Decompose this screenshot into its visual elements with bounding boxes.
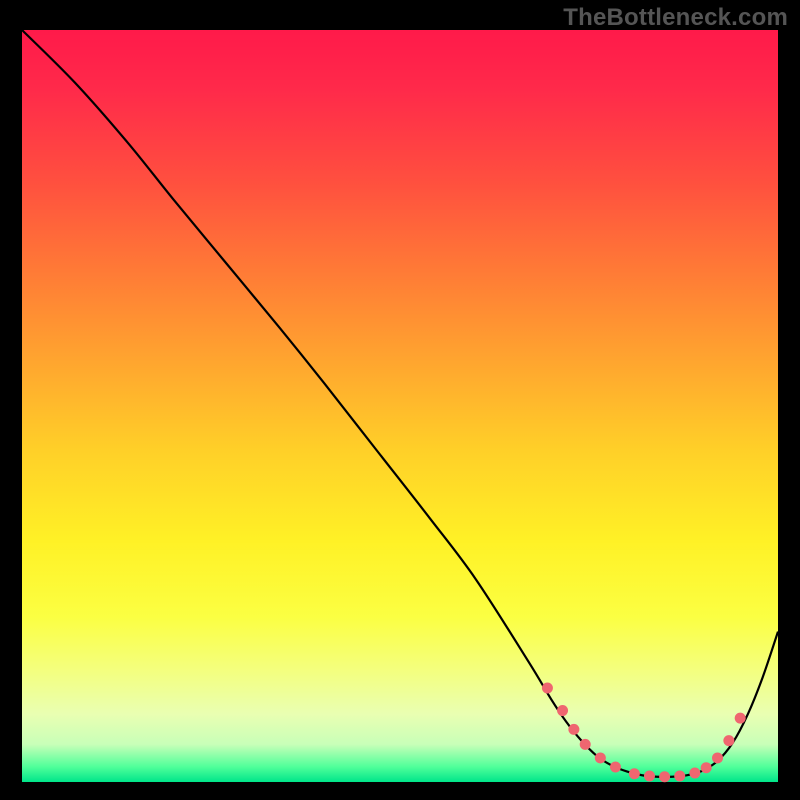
marker-dot [712,752,723,763]
marker-dot [644,770,655,781]
marker-dot [674,770,685,781]
marker-dot [735,713,746,724]
marker-dot [542,683,553,694]
marker-dot [557,705,568,716]
chart-svg [22,30,778,782]
curve-line [22,30,778,777]
marker-dot [659,771,670,782]
marker-dot [629,768,640,779]
plot-area [22,30,778,782]
marker-dot [580,739,591,750]
marker-dot [689,767,700,778]
marker-dot [568,724,579,735]
chart-frame: TheBottleneck.com [0,0,800,800]
marker-dot [701,762,712,773]
marker-dot [610,761,621,772]
curve-markers [542,683,746,783]
watermark-text: TheBottleneck.com [563,4,788,32]
marker-dot [723,735,734,746]
marker-dot [595,752,606,763]
